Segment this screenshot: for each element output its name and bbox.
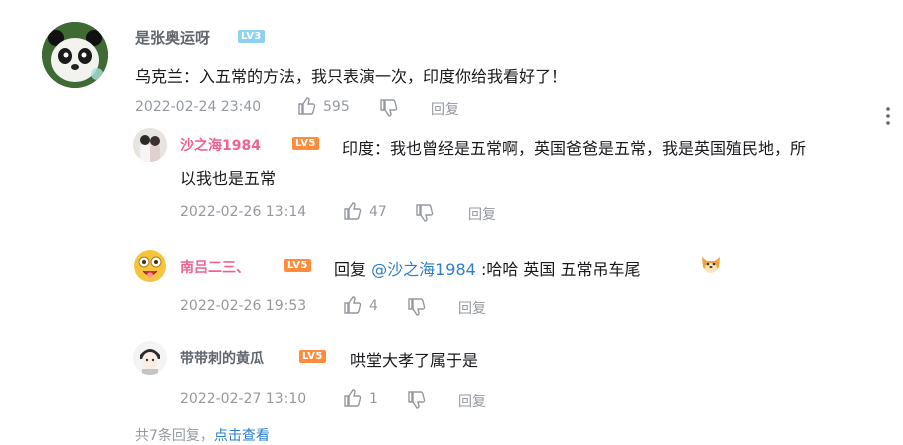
more-vertical-icon[interactable] bbox=[885, 106, 891, 126]
reply-time: 2022-02-26 19:53 bbox=[180, 298, 307, 314]
reply-time: 2022-02-26 13:14 bbox=[180, 204, 307, 220]
reply-prefix: 回复 bbox=[334, 260, 367, 279]
like-count: 1 bbox=[369, 391, 378, 407]
thumb-up-icon[interactable] bbox=[343, 201, 363, 221]
like-count: 47 bbox=[369, 204, 387, 220]
reply-username[interactable]: 带带刺的黄瓜 bbox=[180, 348, 264, 368]
level-badge: LV3 bbox=[238, 30, 265, 43]
like-count: 595 bbox=[323, 99, 350, 115]
dog-emoji-icon bbox=[699, 253, 723, 277]
view-more-replies: 共7条回复，点击查看 bbox=[135, 425, 270, 445]
thumb-down-icon[interactable] bbox=[407, 390, 427, 410]
reply-count-text: 共7条回复， bbox=[135, 428, 214, 444]
level-badge: LV5 bbox=[284, 259, 311, 272]
comment-content: 乌克兰：入五常的方法，我只表演一次，印度你给我看好了！ bbox=[135, 67, 568, 86]
comment-time: 2022-02-24 23:40 bbox=[135, 99, 262, 115]
reply-username[interactable]: 南吕二三、 bbox=[180, 257, 250, 277]
reply-button[interactable]: 回复 bbox=[468, 204, 496, 224]
thumb-down-icon[interactable] bbox=[415, 203, 435, 223]
thumb-up-icon[interactable] bbox=[297, 96, 317, 116]
reply-time: 2022-02-27 13:10 bbox=[180, 391, 307, 407]
thumb-up-icon[interactable] bbox=[343, 388, 363, 408]
avatar-emoji-reply-2[interactable] bbox=[133, 249, 167, 283]
thumb-down-icon[interactable] bbox=[407, 297, 427, 317]
level-badge: LV5 bbox=[292, 137, 319, 150]
reply-content-line-1: 印度：我也曾经是五常啊，英国爸爸是五常，我是英国殖民地，所 bbox=[342, 139, 807, 158]
reply-username[interactable]: 沙之海1984 bbox=[180, 135, 261, 155]
reply-button[interactable]: 回复 bbox=[458, 391, 486, 411]
avatar-reply-3[interactable] bbox=[133, 341, 167, 375]
reply-content-line-2: 以我也是五常 bbox=[180, 169, 277, 188]
reply-text: :哈哈 英国 五常吊车尾 bbox=[480, 260, 641, 279]
reply-content: 哄堂大孝了属于是 bbox=[350, 351, 479, 370]
reply-content: 回复 @沙之海1984 :哈哈 英国 五常吊车尾 bbox=[334, 256, 641, 280]
like-count: 4 bbox=[369, 298, 378, 314]
thumb-up-icon[interactable] bbox=[343, 295, 363, 315]
view-replies-link[interactable]: 点击查看 bbox=[214, 428, 270, 444]
comment-username[interactable]: 是张奥运呀 bbox=[135, 27, 210, 48]
thumb-down-icon[interactable] bbox=[379, 98, 399, 118]
level-badge: LV5 bbox=[299, 350, 326, 363]
reply-button[interactable]: 回复 bbox=[458, 298, 486, 318]
avatar-panda[interactable] bbox=[42, 22, 108, 88]
avatar-reply-1[interactable] bbox=[133, 128, 167, 162]
reply-button[interactable]: 回复 bbox=[431, 99, 459, 119]
mention-link[interactable]: @沙之海1984 bbox=[371, 260, 476, 279]
